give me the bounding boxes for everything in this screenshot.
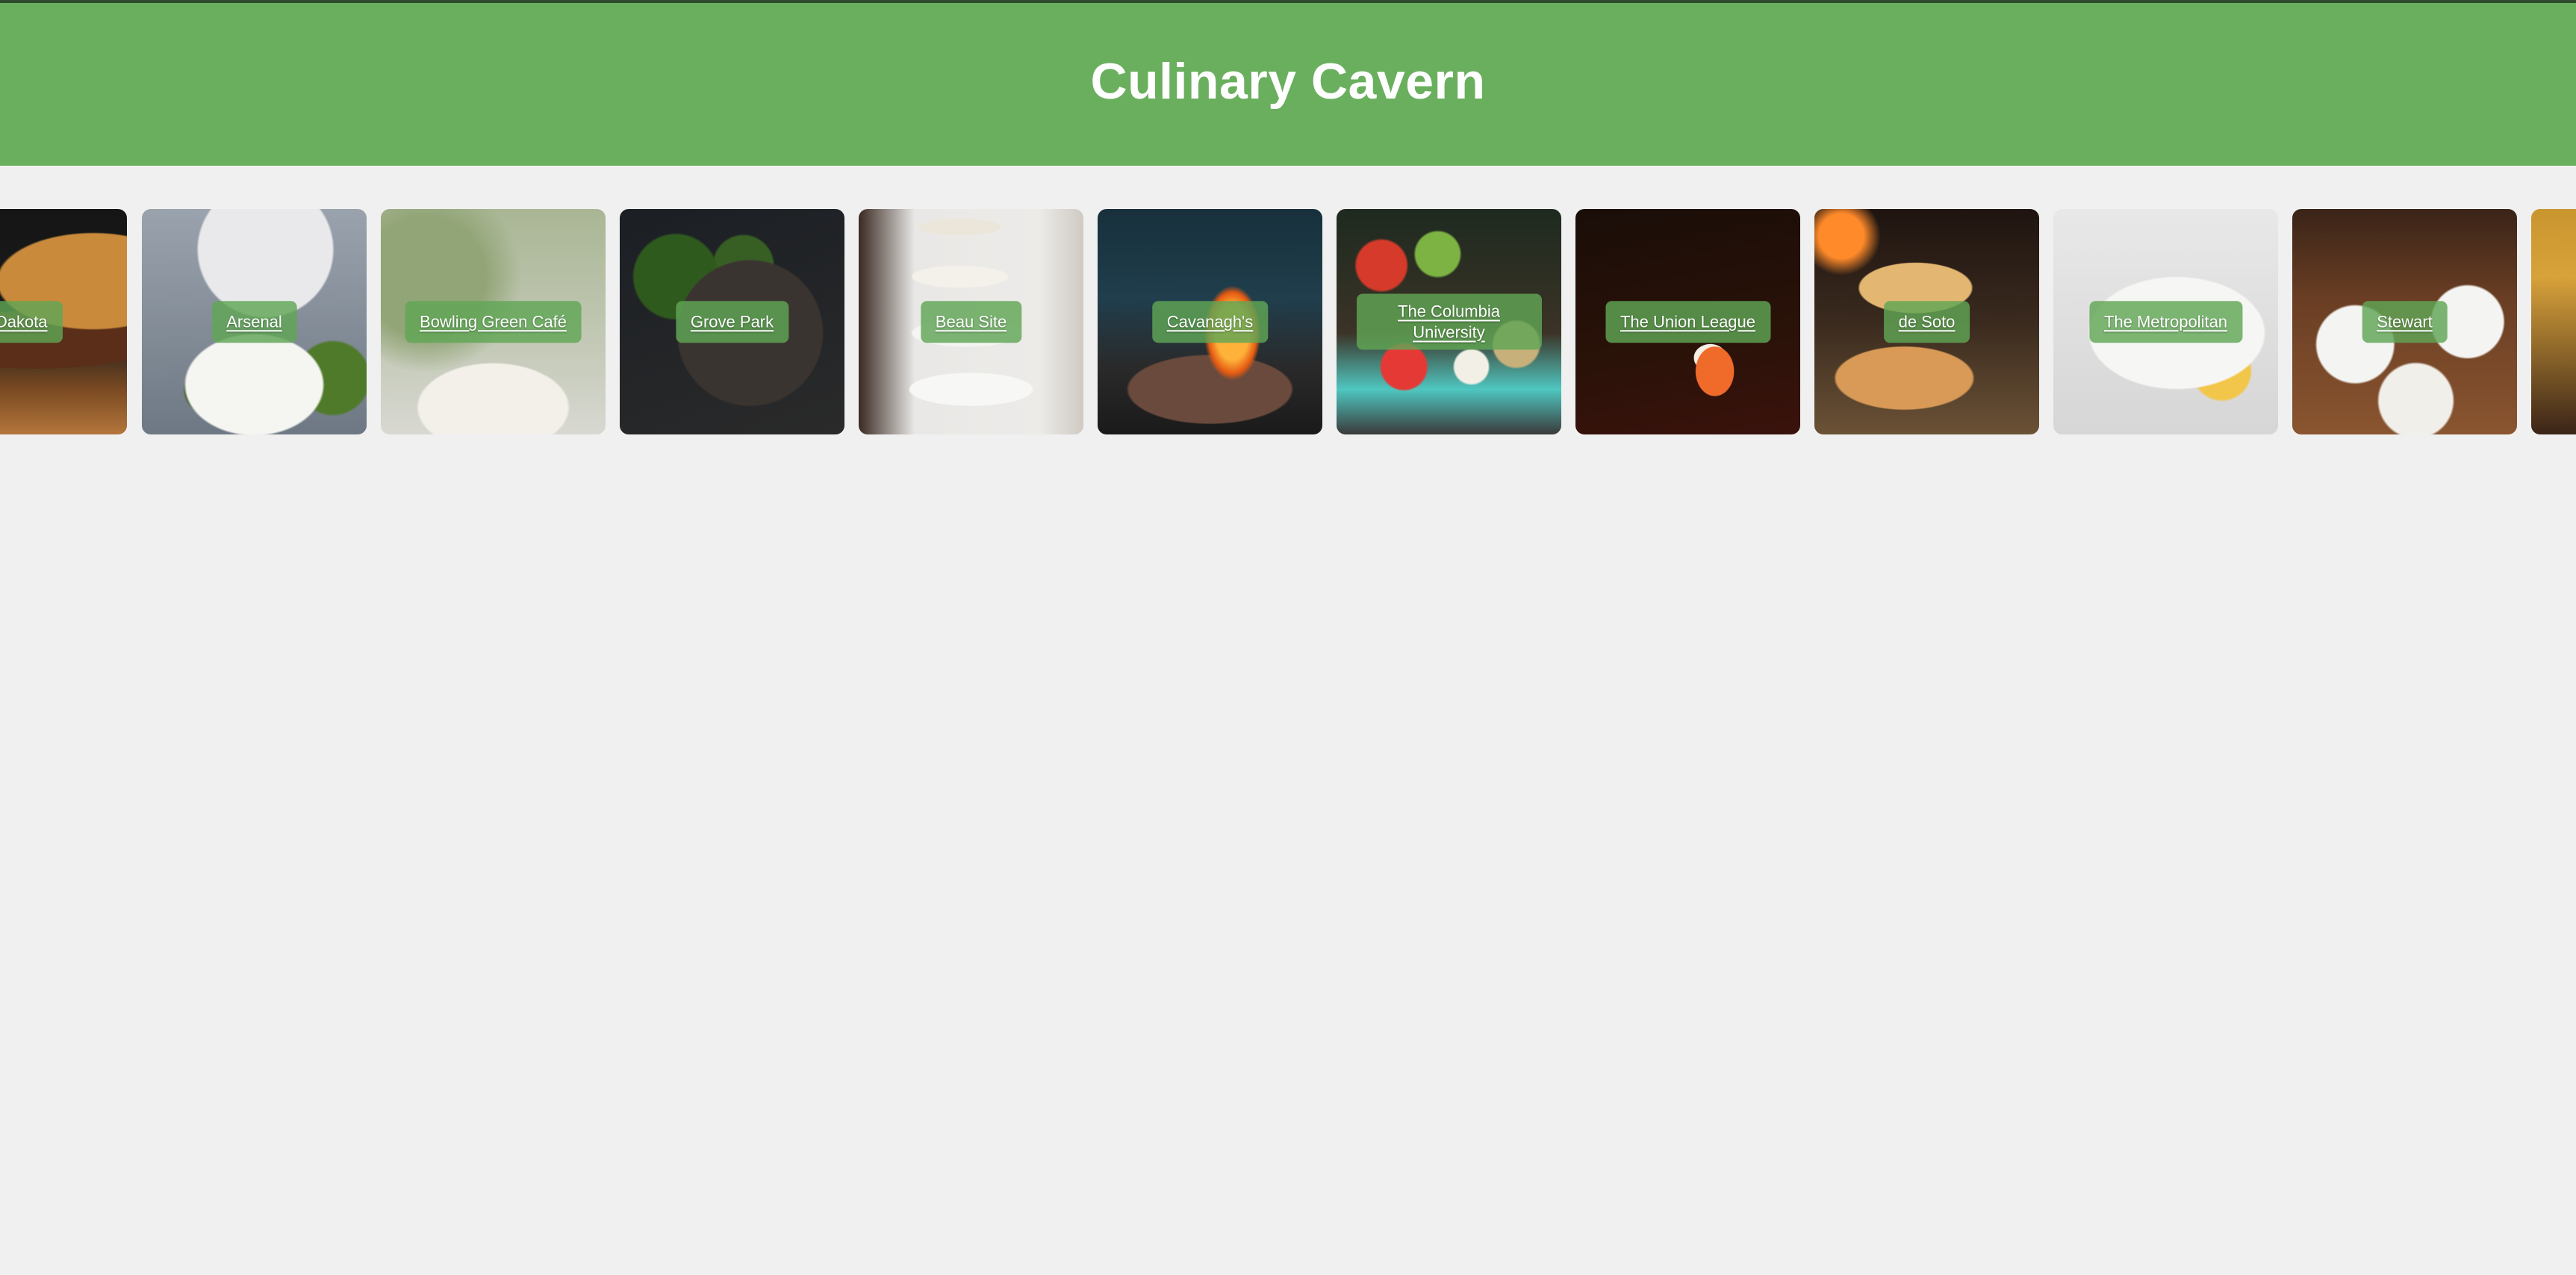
restaurant-name[interactable]: The Columbia University <box>1356 293 1542 350</box>
restaurant-card[interactable]: Grove Park <box>620 209 844 434</box>
site-header: Culinary Cavern <box>0 3 2576 166</box>
restaurant-card[interactable]: The Metropolitan <box>2053 209 2278 434</box>
restaurant-card[interactable]: The Columbia University <box>1337 209 1561 434</box>
restaurant-name[interactable]: Stewart <box>2362 301 2448 343</box>
restaurant-name[interactable]: Beau Site <box>920 301 1022 343</box>
restaurant-card[interactable]: Bowling Green Café <box>381 209 606 434</box>
restaurant-name[interactable]: The Union League <box>1605 301 1771 343</box>
restaurant-card[interactable]: de Soto <box>1814 209 2039 434</box>
restaurant-card[interactable]: h Dakota <box>0 209 127 434</box>
restaurant-card[interactable]: The Union League <box>1575 209 1800 434</box>
restaurant-name[interactable]: de Soto <box>1883 301 1970 343</box>
site-title: Culinary Cavern <box>1090 53 1486 110</box>
restaurant-name[interactable]: h Dakota <box>0 301 63 343</box>
restaurant-card-partial[interactable] <box>2531 209 2576 434</box>
restaurant-name[interactable]: The Metropolitan <box>2088 301 2243 343</box>
food-photo <box>2531 209 2576 434</box>
restaurant-name[interactable]: Arsenal <box>211 301 297 343</box>
restaurant-card[interactable]: Arsenal <box>142 209 367 434</box>
restaurant-name[interactable]: Bowling Green Café <box>405 301 582 343</box>
restaurant-name[interactable]: Cavanagh's <box>1151 301 1269 343</box>
restaurant-carousel[interactable]: h Dakota Arsenal Bowling Green Café Grov… <box>0 209 2576 434</box>
restaurant-name[interactable]: Grove Park <box>675 301 789 343</box>
restaurant-card[interactable]: Stewart <box>2292 209 2517 434</box>
restaurant-card[interactable]: Beau Site <box>859 209 1083 434</box>
restaurant-card[interactable]: Cavanagh's <box>1098 209 1322 434</box>
